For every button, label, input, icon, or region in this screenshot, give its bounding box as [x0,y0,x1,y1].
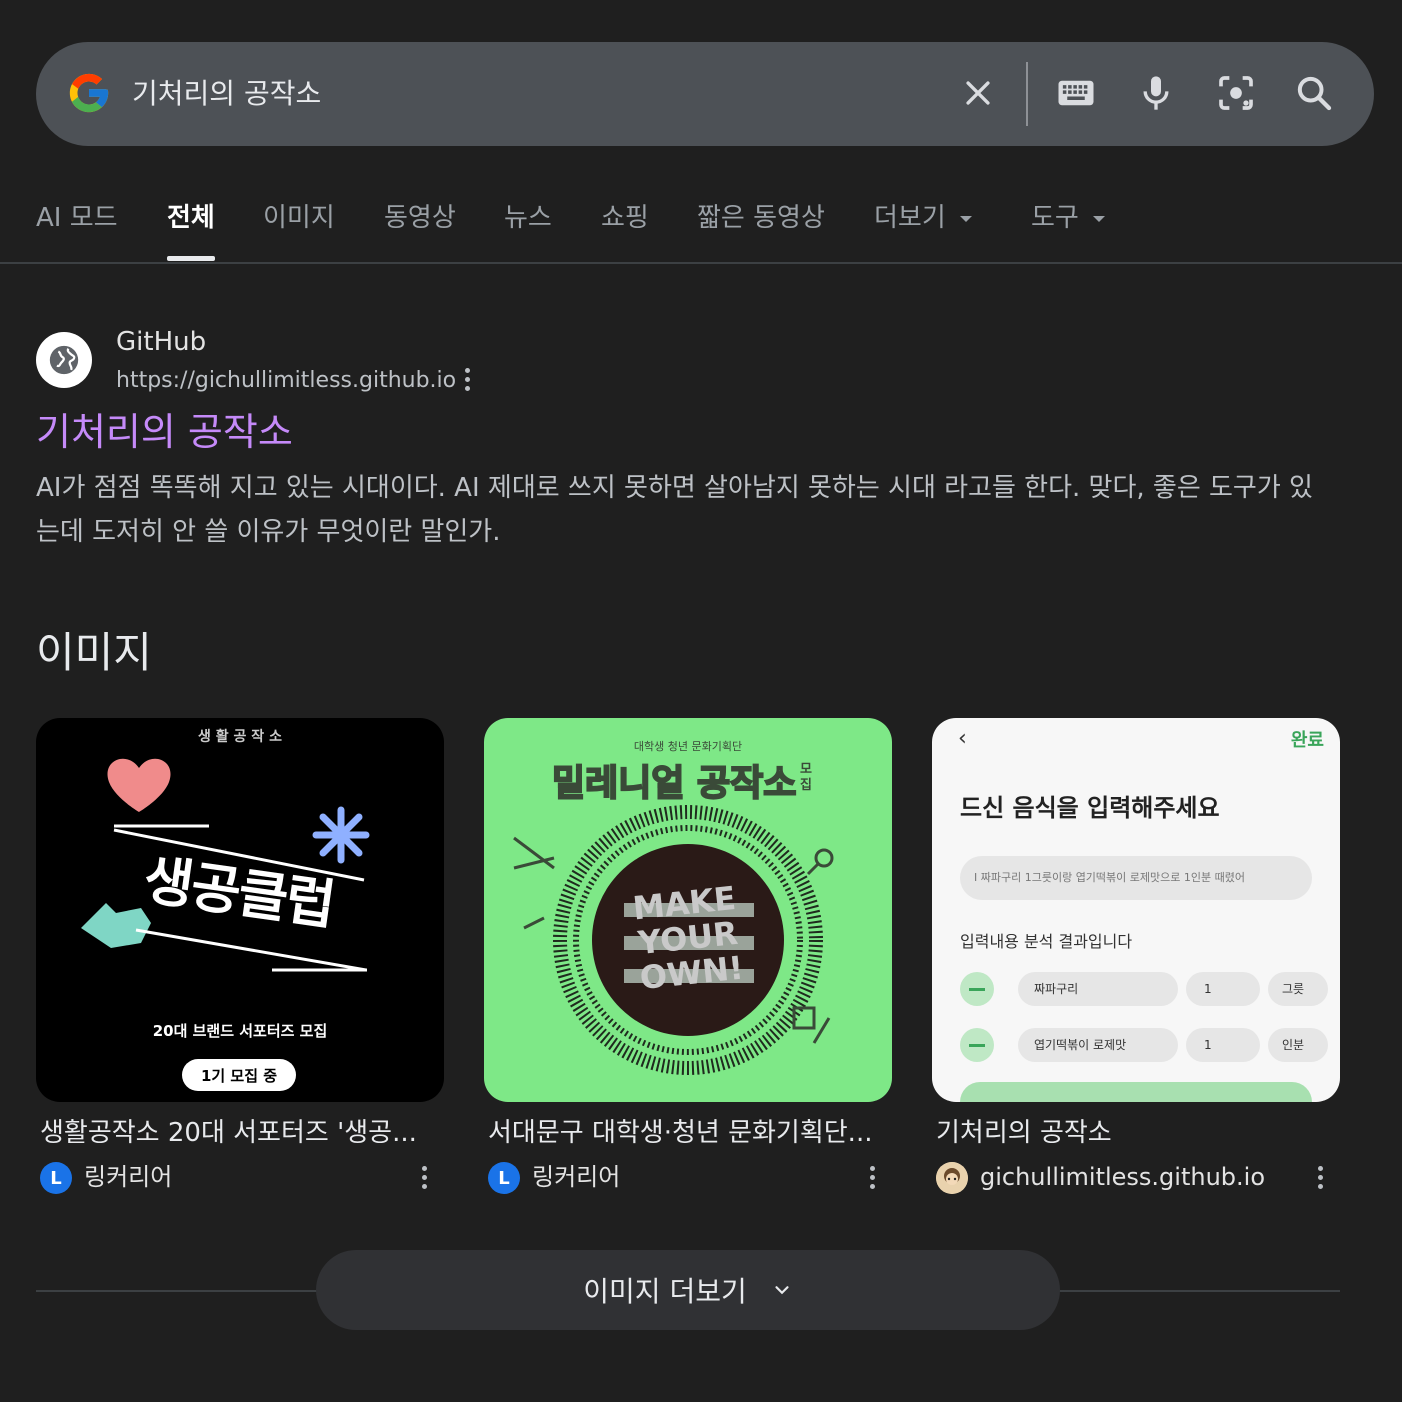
image-2-source[interactable]: 링커리어 [532,1160,620,1194]
image-1-title[interactable]: 생활공작소 20대 서포터즈 '생공... [40,1114,428,1152]
keyboard-icon[interactable] [1053,70,1099,116]
lens-icon[interactable] [1213,70,1259,116]
tab-videos[interactable]: 동영상 [384,200,456,236]
result-title-link[interactable]: 기처리의 공작소 [36,408,293,456]
image-3-source[interactable]: gichullimitless.github.io [980,1160,1265,1194]
google-logo-icon [66,70,112,116]
thumb2-header: 대학생 청년 문화기획단 [633,740,743,753]
thumb3-row2-qty: 1 [1186,1028,1260,1062]
source-avatar-icon [936,1162,968,1194]
thumb2-side-text: 모집 [800,762,812,793]
tab-tools[interactable]: 도구 [1031,200,1105,236]
tab-tools-label: 도구 [1031,203,1079,233]
thumb3-input: I 짜파구리 1그릇이랑 엽기떡볶이 로제맛으로 1인분 때렸어 [960,856,1312,900]
clear-icon[interactable] [955,70,1001,116]
image-thumbnail-1[interactable]: 생 활 공 작 소 생공클럽 20대 브랜드 서포터즈 모집 1기 모집 중 [36,718,444,1102]
image-thumbnail-3[interactable]: ‹ 완료 드신 음식을 입력해주세요 I 짜파구리 1그릇이랑 엽기떡볶이 로제… [932,718,1340,1102]
tab-more-label: 더보기 [874,203,946,233]
thumb3-back-icon: ‹ [958,726,967,751]
image-2-more-options-icon[interactable] [868,1166,876,1189]
tab-short-videos[interactable]: 짧은 동영상 [697,200,825,236]
mic-icon[interactable] [1133,70,1179,116]
result-more-options-icon[interactable] [463,368,471,391]
tabs-divider [0,262,1402,264]
tab-all[interactable]: 전체 [167,200,215,236]
thumb3-row1-unit: 그릇 [1268,972,1328,1006]
chevron-down-icon [1092,215,1105,222]
images-section-title: 이미지 [36,628,152,677]
image-1-more-options-icon[interactable] [420,1166,428,1189]
thumb3-result-label: 입력내용 분석 결과입니다 [960,932,1133,951]
thumb3-row1-qty: 1 [1186,972,1260,1006]
result-url[interactable]: https://gichullimitless.github.io [116,366,456,396]
more-images-button[interactable]: 이미지 더보기 [316,1250,1060,1330]
chevron-down-icon [959,215,972,222]
search-icon[interactable] [1291,70,1337,116]
source-badge-l: L [488,1162,520,1194]
tab-shopping[interactable]: 쇼핑 [601,200,649,236]
thumb1-pill: 1기 모집 중 [182,1059,296,1091]
more-divider-left [36,1290,326,1292]
more-divider-right [1050,1290,1340,1292]
thumb3-heading: 드신 음식을 입력해주세요 [960,794,1220,822]
chevron-down-icon [771,1279,793,1301]
more-images-label: 이미지 더보기 [583,1275,747,1308]
thumb1-header: 생 활 공 작 소 [198,729,282,745]
result-snippet: AI가 점점 똑똑해 지고 있는 시대이다. AI 제대로 쓰지 못하면 살아남… [36,473,1313,547]
thumb3-row2-name: 엽기떡볶이 로제맛 [1018,1028,1178,1062]
image-2-title[interactable]: 서대문구 대학생·청년 문화기획단... [488,1114,876,1152]
thumb3-done: 완료 [1290,730,1324,751]
source-badge-l: L [40,1162,72,1194]
tab-news[interactable]: 뉴스 [504,200,552,236]
thumb3-submit-bar [960,1082,1312,1102]
thumb3-minus-icon [960,972,994,1006]
site-favicon-globe-icon[interactable] [36,332,92,388]
tab-ai-mode[interactable]: AI 모드 [36,200,118,236]
image-thumbnail-2[interactable]: 대학생 청년 문화기획단 밀레니얼 공작소 모집 MAKE YOUR OWN! [484,718,892,1102]
thumb1-subtitle: 20대 브랜드 서포터즈 모집 [152,1022,328,1040]
thumb2-main-text: 밀레니얼 공작소 [551,762,797,805]
tab-more[interactable]: 더보기 [874,200,972,236]
image-3-more-options-icon[interactable] [1316,1166,1324,1189]
tab-images[interactable]: 이미지 [263,200,335,236]
image-3-title[interactable]: 기처리의 공작소 [936,1114,1324,1152]
thumb3-row1-name: 짜파구리 [1018,972,1178,1006]
thumb3-minus-icon [960,1028,994,1062]
image-1-source[interactable]: 링커리어 [84,1160,172,1194]
thumb3-row2-unit: 인분 [1268,1028,1328,1062]
result-site-name[interactable]: GitHub [116,324,206,360]
active-tab-indicator [167,256,215,261]
search-input[interactable]: 기처리의 공작소 [132,74,321,114]
search-bar-divider [1026,62,1028,126]
